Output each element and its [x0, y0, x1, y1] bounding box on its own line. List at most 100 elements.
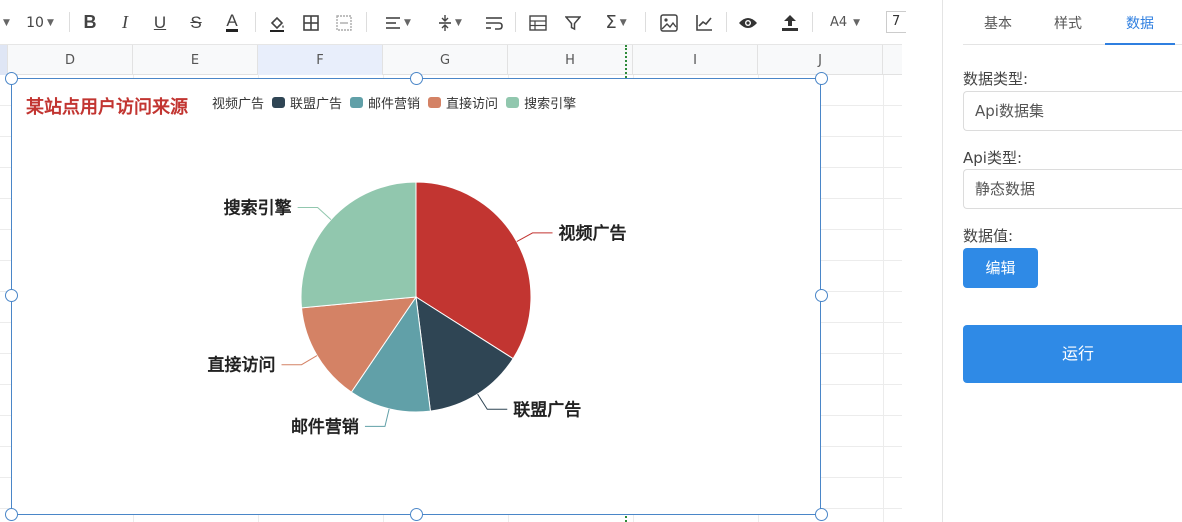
slice-label: 联盟广告	[513, 399, 581, 420]
api-type-label: Api类型:	[963, 149, 1023, 167]
tab-basic[interactable]: 基本	[968, 0, 1028, 45]
pie-slice[interactable]	[300, 181, 417, 309]
underline-button[interactable]: U	[148, 0, 172, 45]
legend-label: 搜索引擎	[524, 96, 577, 112]
pie-chart: 视频广告联盟广告邮件营销 直接访问 搜索引擎	[208, 181, 627, 437]
column-header-cell[interactable]: J	[758, 45, 883, 75]
vertical-align-select[interactable]: ▼	[430, 0, 470, 45]
separator	[515, 12, 516, 32]
api-type-select[interactable]: 静态数据	[963, 169, 1182, 209]
column-header-cell[interactable]: F	[258, 45, 383, 75]
italic-button[interactable]: I	[113, 0, 137, 45]
resize-handle-right[interactable]	[815, 289, 828, 302]
data-type-select[interactable]: Api数据集	[963, 91, 1182, 131]
valign-icon	[439, 14, 452, 31]
panel-tabs: 基本 样式 数据	[963, 0, 1182, 45]
resize-handle-top-left[interactable]	[5, 72, 18, 85]
horizontal-align-select[interactable]: ▼	[378, 0, 418, 45]
font-size-select[interactable]: 10 ▼	[18, 0, 62, 45]
column-header: D E F G H I J	[0, 45, 902, 75]
legend-swatch	[506, 96, 520, 108]
label-leader-line	[297, 206, 332, 220]
zoom-input[interactable]: 7	[886, 11, 906, 33]
separator	[812, 12, 813, 32]
fill-color-icon	[270, 16, 284, 32]
chevron-down-icon: ▼	[619, 17, 627, 28]
underline-icon: U	[153, 12, 167, 32]
chart-object[interactable]: 视频广告 联盟广告 邮件营销 直接访问 搜索引擎 某站点用户访问来源 视频广告 联盟广告邮…	[11, 78, 821, 515]
insert-chart-button[interactable]	[691, 0, 717, 45]
column-header-cell[interactable]: D	[8, 45, 133, 75]
insert-image-button[interactable]	[656, 0, 682, 45]
grid-line	[883, 75, 884, 522]
legend-swatch	[350, 96, 364, 108]
sum-icon: Σ	[605, 12, 617, 33]
legend-swatch	[428, 96, 442, 108]
resize-handle-left[interactable]	[5, 289, 18, 302]
resize-handle-bottom-right[interactable]	[815, 508, 828, 521]
column-header-cell[interactable]: E	[133, 45, 258, 75]
fill-color-button[interactable]	[264, 0, 290, 45]
filter-icon	[565, 15, 581, 30]
legend-item[interactable]: 联盟广告	[272, 93, 342, 112]
align-icon	[386, 16, 401, 29]
merge-cells-icon	[336, 14, 352, 31]
column-header-cell[interactable]: G	[383, 45, 508, 75]
column-header-cell[interactable]: I	[633, 45, 758, 75]
legend-label: 直接访问	[446, 96, 499, 112]
column-header-edge[interactable]	[0, 45, 8, 75]
font-name-caret[interactable]: ▼	[0, 0, 10, 45]
paper-size-select[interactable]: A4 ▼	[822, 0, 868, 45]
column-header-cell[interactable]: H	[508, 45, 633, 75]
legend-label: 联盟广告	[290, 96, 343, 112]
borders-icon	[303, 14, 319, 31]
edit-button[interactable]: 编辑	[963, 248, 1038, 288]
chart-title: 某站点用户访问来源	[26, 97, 188, 118]
upload-button[interactable]	[777, 0, 803, 45]
slice-label: 直接访问	[208, 355, 276, 376]
legend-item[interactable]: 搜索引擎	[506, 93, 576, 112]
slice-label: 搜索引擎	[224, 197, 293, 218]
tab-data[interactable]: 数据	[1105, 0, 1175, 45]
legend-label: 邮件营销	[368, 96, 421, 112]
data-value-label: 数据值:	[963, 227, 1014, 245]
paper-size-value: A4	[829, 15, 848, 30]
font-color-icon: A	[226, 11, 238, 32]
resize-handle-top[interactable]	[410, 72, 423, 85]
resize-handle-bottom[interactable]	[410, 508, 423, 521]
table-button[interactable]	[525, 0, 551, 45]
run-button[interactable]: 运行	[963, 325, 1182, 383]
slice-label: 邮件营销	[291, 416, 359, 437]
wrap-text-button[interactable]	[481, 0, 507, 45]
filter-button[interactable]	[560, 0, 586, 45]
legend-item[interactable]: 直接访问	[428, 93, 498, 112]
merge-cells-button[interactable]	[332, 0, 356, 45]
chart-icon	[696, 14, 712, 31]
font-color-button[interactable]: A	[219, 0, 245, 45]
legend-item[interactable]: 视频广告	[212, 93, 264, 112]
separator	[255, 12, 256, 32]
toolbar: ▼ 10 ▼ B I U S A ▼ ▼ Σ ▼ A4 ▼ 7	[0, 0, 906, 45]
tab-style[interactable]: 样式	[1038, 0, 1098, 45]
resize-handle-top-right[interactable]	[815, 72, 828, 85]
separator	[69, 12, 70, 32]
font-size-value: 10	[26, 14, 44, 31]
sum-select[interactable]: Σ ▼	[596, 0, 636, 45]
strikethrough-button[interactable]: S	[184, 0, 208, 45]
label-leader-line	[477, 393, 508, 410]
chevron-down-icon: ▼	[404, 17, 411, 28]
separator	[366, 12, 367, 32]
image-icon	[660, 13, 678, 32]
column-header-cell[interactable]	[883, 45, 902, 75]
chevron-down-icon: ▼	[853, 17, 861, 28]
bold-icon: B	[83, 12, 97, 32]
preview-button[interactable]	[735, 0, 761, 45]
bold-button[interactable]: B	[78, 0, 102, 45]
properties-panel: 基本 样式 数据 数据类型: Api数据集 Api类型: 静态数据 数据值: 编…	[942, 0, 1182, 522]
chevron-down-icon: ▼	[455, 17, 462, 28]
preview-icon	[739, 17, 757, 28]
legend-item[interactable]: 邮件营销	[350, 93, 420, 112]
borders-button[interactable]	[299, 0, 323, 45]
resize-handle-bottom-left[interactable]	[5, 508, 18, 521]
legend-label: 视频广告	[212, 96, 265, 112]
